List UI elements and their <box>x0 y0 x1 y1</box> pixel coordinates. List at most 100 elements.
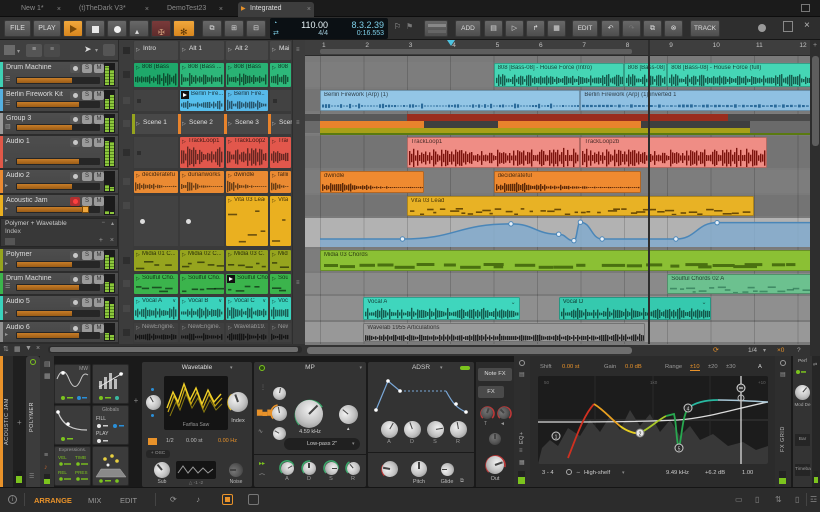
unison-value[interactable]: 1/2 <box>166 438 174 444</box>
automation-curve[interactable] <box>305 218 810 247</box>
punch-out-icon[interactable]: ⚑ <box>406 22 413 31</box>
arranger-clip[interactable]: deciderateful <box>494 171 642 193</box>
footer-sort-icon[interactable]: ⇅ <box>3 345 9 353</box>
volume-fader[interactable] <box>16 310 100 317</box>
playhead-time[interactable]: 0:16.553 <box>332 30 384 37</box>
snap-caret[interactable]: ▾ <box>763 347 766 354</box>
record-arm-button[interactable] <box>70 197 80 206</box>
redo-button[interactable]: ↷ <box>622 20 641 37</box>
clip-slot-empty[interactable] <box>270 90 291 111</box>
filter-d-knob[interactable] <box>303 462 316 475</box>
tab-close-icon[interactable]: × <box>145 2 149 17</box>
expand-icon[interactable]: ▤ <box>44 360 51 368</box>
track-stop-button[interactable] <box>123 120 130 127</box>
chooser-collapse-icon[interactable]: − <box>101 220 105 226</box>
tempo-value[interactable]: 110.00 <box>284 20 328 30</box>
scene-play-icon[interactable]: ▷ <box>182 47 186 53</box>
export-icon-button[interactable]: ▷ <box>505 20 524 37</box>
track-stop-button[interactable] <box>123 202 130 209</box>
play-button[interactable] <box>63 20 83 37</box>
chooser-device-icon[interactable] <box>5 238 15 245</box>
scene-handle-icon[interactable]: ≡ <box>296 47 300 53</box>
dual-view-button[interactable]: ⧉ <box>202 20 222 37</box>
snap-help-icon[interactable]: ? <box>797 347 801 354</box>
eq-power-icon[interactable] <box>519 360 525 366</box>
solo-button[interactable]: S <box>82 115 92 124</box>
solo-button[interactable]: S <box>82 172 92 181</box>
track-row-acoustic-jam[interactable]: Acoustic JamSM▸ <box>0 195 118 216</box>
sub-knob[interactable] <box>151 459 174 482</box>
eq-graph[interactable]: 1245501k0+10 <box>538 376 768 464</box>
layout-toggle-1[interactable]: ≡ <box>26 44 42 57</box>
window-layout-icon[interactable] <box>801 4 810 12</box>
arranger-h-thumb[interactable] <box>307 347 632 354</box>
chooser-up-icon[interactable]: ▴ <box>111 220 114 227</box>
mod-depth-knob[interactable] <box>791 381 812 402</box>
launcher-clip[interactable]: Berlin Fire... <box>180 90 224 111</box>
launcher-clip[interactable]: ▷Vita 0 <box>270 196 291 246</box>
filter-s-knob[interactable] <box>325 462 338 475</box>
launcher-clip[interactable]: ▷Wavelab19... <box>226 323 268 342</box>
launcher-clip[interactable]: ▷durianworks... <box>180 171 224 193</box>
add-view-button[interactable]: ⊞ <box>224 20 244 37</box>
solo-button[interactable]: S <box>82 275 92 284</box>
lfo-modulator[interactable]: MW <box>54 364 91 404</box>
file-button[interactable]: FILE <box>4 20 31 37</box>
volume-fader[interactable] <box>16 261 100 268</box>
notifications-icon[interactable] <box>783 21 793 32</box>
clip-slot-empty[interactable] <box>134 137 178 168</box>
fxgrid-expand-icon[interactable]: ▤ <box>780 371 786 378</box>
scene-play-icon[interactable]: ▷ <box>228 47 232 53</box>
group-scene-cell[interactable]: ▷Scene 1 <box>134 114 178 134</box>
document-tab-1[interactable]: New 1*× <box>18 2 64 17</box>
xy-pad-modulator[interactable] <box>92 446 129 486</box>
track-stop-button[interactable] <box>123 257 130 264</box>
strip-icon-top[interactable]: ⇄ <box>813 362 817 368</box>
track-stop-button[interactable] <box>123 71 130 78</box>
launcher-clip[interactable]: ▷Midi... <box>270 250 291 271</box>
loop-icon[interactable]: ◔ <box>273 20 277 27</box>
noise-knob[interactable] <box>229 463 243 477</box>
expressions-modulator[interactable]: Expressions.VELTIMBRELPRES <box>54 446 91 486</box>
record-arm-button[interactable] <box>70 115 80 124</box>
mute-button[interactable]: M <box>94 138 104 147</box>
record-arm-button[interactable] <box>70 64 80 73</box>
clip-slot-empty[interactable] <box>134 90 178 111</box>
arranger-clip[interactable]: Vocal A⌄ <box>363 297 519 320</box>
launcher-clip[interactable]: ▷Midia 01 C... <box>134 250 178 271</box>
group-scene-cell[interactable]: ▷Scene 2 <box>180 114 224 134</box>
edit-button[interactable]: EDIT <box>572 20 598 37</box>
launcher-clip[interactable]: ▷Berlin Fire... <box>226 90 268 111</box>
save-icon-button[interactable]: ▤ <box>484 20 503 37</box>
solo-button[interactable]: S <box>82 138 92 147</box>
remote-icon[interactable]: ▦ <box>44 372 51 380</box>
pointer-tool-icon[interactable]: ➤ <box>84 44 92 55</box>
glide-mode-icon[interactable]: ⧉ <box>460 478 464 485</box>
scene-header-4[interactable]: ▷Mai <box>270 41 291 60</box>
snap-value[interactable]: 1/4 <box>748 347 757 354</box>
mute-button[interactable]: M <box>94 91 104 100</box>
arranger-clip[interactable]: Berlin Firework (Arp) (1) <box>320 90 580 111</box>
arranger-h-scrollbar[interactable]: ⟳1/4▾×0? <box>305 345 810 356</box>
fx-grid-tab[interactable]: ▤FX GRID <box>775 356 791 487</box>
track-row-audio-2[interactable]: Audio 2SM▸ <box>0 170 118 193</box>
chooser-close-icon[interactable]: × <box>110 237 114 244</box>
arranger-clip[interactable]: TrackLoop1 <box>407 137 581 168</box>
volume-fader[interactable] <box>16 158 100 165</box>
mute-button[interactable]: M <box>94 298 104 307</box>
track-add-caret[interactable]: ▾ <box>17 48 20 55</box>
wavetable-caret[interactable]: ▾ <box>230 365 233 371</box>
follow-icon[interactable]: ⇄ <box>273 29 279 37</box>
scene-handle-icon[interactable]: ≡ <box>296 280 300 286</box>
pitch-knob[interactable] <box>411 461 427 477</box>
fx-button[interactable]: FX <box>478 386 504 398</box>
track-device-tab[interactable]: ACOUSTIC JAM <box>0 356 13 487</box>
mapping-icon[interactable]: ☲ <box>810 495 817 504</box>
arranger-clip[interactable]: 808 [Bass-08] <box>624 63 667 87</box>
eq-band-power-icon[interactable] <box>566 469 572 475</box>
chooser-param-name[interactable]: Index <box>5 228 21 235</box>
device-power-icon[interactable] <box>30 359 36 365</box>
chooser-add-icon[interactable]: + <box>99 237 103 244</box>
volume-fader[interactable] <box>16 77 100 84</box>
eq-range-20[interactable]: ±20 <box>708 364 718 370</box>
